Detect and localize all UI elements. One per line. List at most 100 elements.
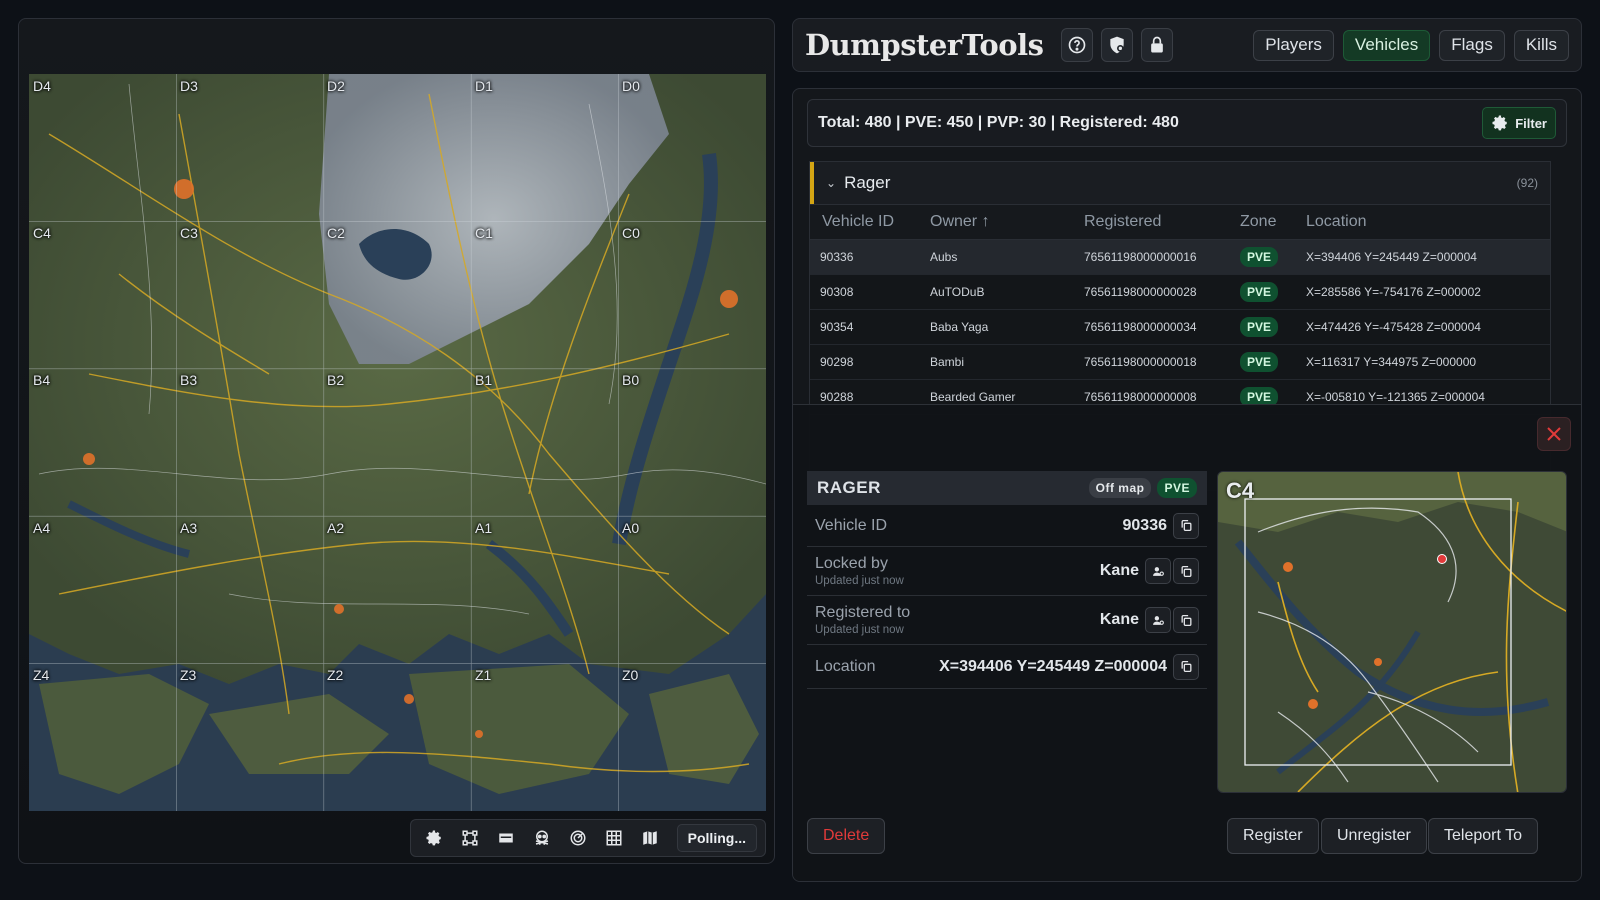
minimap-cell-label: C4: [1226, 478, 1255, 503]
app-logo: DumpsterTools: [805, 28, 1044, 62]
radar-icon[interactable]: [563, 823, 593, 853]
cell-zone: PVE: [1234, 282, 1306, 302]
info-header: RAGER Off map PVE: [807, 471, 1207, 505]
filter-button[interactable]: Filter: [1482, 107, 1556, 139]
zone-badge: PVE: [1157, 478, 1197, 498]
lock-icon[interactable]: [1141, 28, 1174, 62]
cell-vehicle-id: 90336: [820, 250, 854, 264]
grid-label: B0: [622, 372, 640, 388]
cell-location: X=-005810 Y=-121365 Z=000004: [1306, 390, 1485, 404]
grid-label: D4: [33, 78, 51, 94]
location-value: X=394406 Y=245449 Z=000004: [939, 657, 1167, 675]
cell-vehicle-id: 90308: [820, 285, 854, 299]
grid-label: Z0: [622, 667, 639, 683]
table-row[interactable]: 90354 Baba Yaga 76561198000000034 PVE X=…: [810, 310, 1550, 345]
vehicle-id-row: Vehicle ID 90336: [807, 505, 1207, 547]
column-location[interactable]: Location: [1306, 213, 1550, 231]
location-minimap[interactable]: C4: [1217, 471, 1567, 793]
locked-by-value: Kane: [1099, 562, 1139, 579]
zone-badge: PVE: [1240, 282, 1279, 302]
help-icon[interactable]: [1061, 28, 1094, 62]
cell-registered: 76561198000000016: [1084, 250, 1197, 264]
main-nav: Players Vehicles Flags Kills: [1253, 29, 1569, 61]
table-row[interactable]: 90336 Aubs 76561198000000016 PVE X=39440…: [810, 240, 1550, 275]
nav-players[interactable]: Players: [1253, 29, 1334, 61]
copy-icon[interactable]: [1173, 512, 1199, 539]
polling-status[interactable]: Polling...: [676, 824, 757, 852]
map-toolbar: Polling...: [409, 819, 766, 857]
locked-by-label: Locked by: [815, 555, 888, 572]
grid-label: D2: [327, 78, 345, 94]
vehicle-summary: Total: 480 | PVE: 450 | PVP: 30 | Regist…: [807, 99, 1567, 147]
grid-label: Z3: [180, 667, 197, 683]
zone-badge: PVE: [1240, 352, 1279, 372]
vehicles-panel: Total: 480 | PVE: 450 | PVP: 30 | Regist…: [792, 88, 1582, 882]
cell-registered: 76561198000000008: [1084, 390, 1197, 404]
cell-vehicle-id: 90354: [820, 320, 854, 334]
copy-icon[interactable]: [1173, 653, 1199, 680]
grid-label: C1: [475, 225, 493, 241]
cell-vehicle-id: 90288: [820, 390, 854, 404]
zone-badge: PVE: [1240, 317, 1279, 337]
cell-zone: PVE: [1234, 317, 1306, 337]
column-owner[interactable]: Owner ↑: [926, 213, 1082, 231]
grid-label: B2: [327, 372, 345, 388]
register-button[interactable]: Register: [1227, 818, 1319, 854]
shield-settings-icon[interactable]: [1101, 28, 1134, 62]
grid-label: C2: [327, 225, 345, 241]
cell-registered: 76561198000000018: [1084, 355, 1197, 369]
table-row[interactable]: 90308 AuTODuB 76561198000000028 PVE X=28…: [810, 275, 1550, 310]
vehicle-info: RAGER Off map PVE Vehicle ID 90336 Locke…: [807, 471, 1207, 689]
map-panel: D4 D3 D2 D1 D0 C4 C3 C2 C1 C0 B4 B3 B2 B…: [18, 18, 775, 864]
vehicle-detail-panel: RAGER Off map PVE Vehicle ID 90336 Locke…: [793, 404, 1581, 881]
nav-flags[interactable]: Flags: [1439, 29, 1505, 61]
app-header: DumpsterTools Players Vehicles Flags Kil…: [792, 18, 1582, 72]
grid-label: B1: [475, 372, 493, 388]
grid-label: C4: [33, 225, 51, 241]
status-badge: Off map: [1088, 478, 1152, 498]
summary-text: Total: 480 | PVE: 450 | PVP: 30 | Regist…: [818, 114, 1179, 131]
user-search-icon[interactable]: [1145, 558, 1171, 584]
cell-owner: Bearded Gamer: [930, 390, 1016, 404]
filter-label: Filter: [1515, 115, 1547, 131]
copy-icon[interactable]: [1173, 607, 1199, 633]
location-row: Location X=394406 Y=245449 Z=000004: [807, 645, 1207, 689]
nav-kills[interactable]: Kills: [1513, 29, 1569, 61]
grid-icon[interactable]: [599, 823, 629, 853]
grid-label: B4: [33, 372, 51, 388]
gear-icon[interactable]: [419, 823, 449, 853]
column-registered[interactable]: Registered: [1082, 213, 1234, 231]
location-label: Location: [815, 657, 876, 675]
vehicle-id-value: 90336: [1122, 516, 1168, 534]
column-vehicle-id[interactable]: Vehicle ID: [810, 213, 926, 231]
user-search-icon[interactable]: [1145, 607, 1171, 633]
grid-label: D0: [622, 78, 640, 94]
vehicle-icon[interactable]: [491, 823, 521, 853]
nodes-icon[interactable]: [455, 823, 485, 853]
chevron-down-icon: ⌄: [826, 176, 837, 190]
teleport-button[interactable]: Teleport To: [1428, 818, 1538, 854]
cell-vehicle-id: 90298: [820, 355, 854, 369]
group-header[interactable]: ⌄ Rager (92): [810, 162, 1550, 204]
registered-to-updated: Updated just now: [815, 624, 904, 636]
unregister-button[interactable]: Unregister: [1321, 818, 1427, 854]
map-icon[interactable]: [635, 823, 665, 853]
zone-badge: PVE: [1240, 247, 1279, 267]
copy-icon[interactable]: [1173, 558, 1199, 584]
cell-owner: Baba Yaga: [930, 320, 989, 334]
delete-button[interactable]: Delete: [807, 818, 886, 854]
grid-label: A3: [180, 520, 198, 536]
skull-icon[interactable]: [527, 823, 557, 853]
close-button[interactable]: [1537, 417, 1571, 451]
grid-label: C0: [622, 225, 640, 241]
group-name: Rager: [844, 173, 891, 192]
vehicle-id-label: Vehicle ID: [815, 516, 888, 534]
nav-vehicles[interactable]: Vehicles: [1342, 29, 1431, 61]
column-zone[interactable]: Zone: [1234, 213, 1306, 231]
locked-by-updated: Updated just now: [815, 575, 904, 587]
world-map[interactable]: D4 D3 D2 D1 D0 C4 C3 C2 C1 C0 B4 B3 B2 B…: [29, 74, 766, 811]
grid-label: A4: [33, 520, 51, 536]
cell-location: X=474426 Y=-475428 Z=000004: [1306, 320, 1481, 334]
cell-location: X=116317 Y=344975 Z=000000: [1306, 355, 1477, 369]
table-row[interactable]: 90298 Bambi 76561198000000018 PVE X=1163…: [810, 345, 1550, 380]
